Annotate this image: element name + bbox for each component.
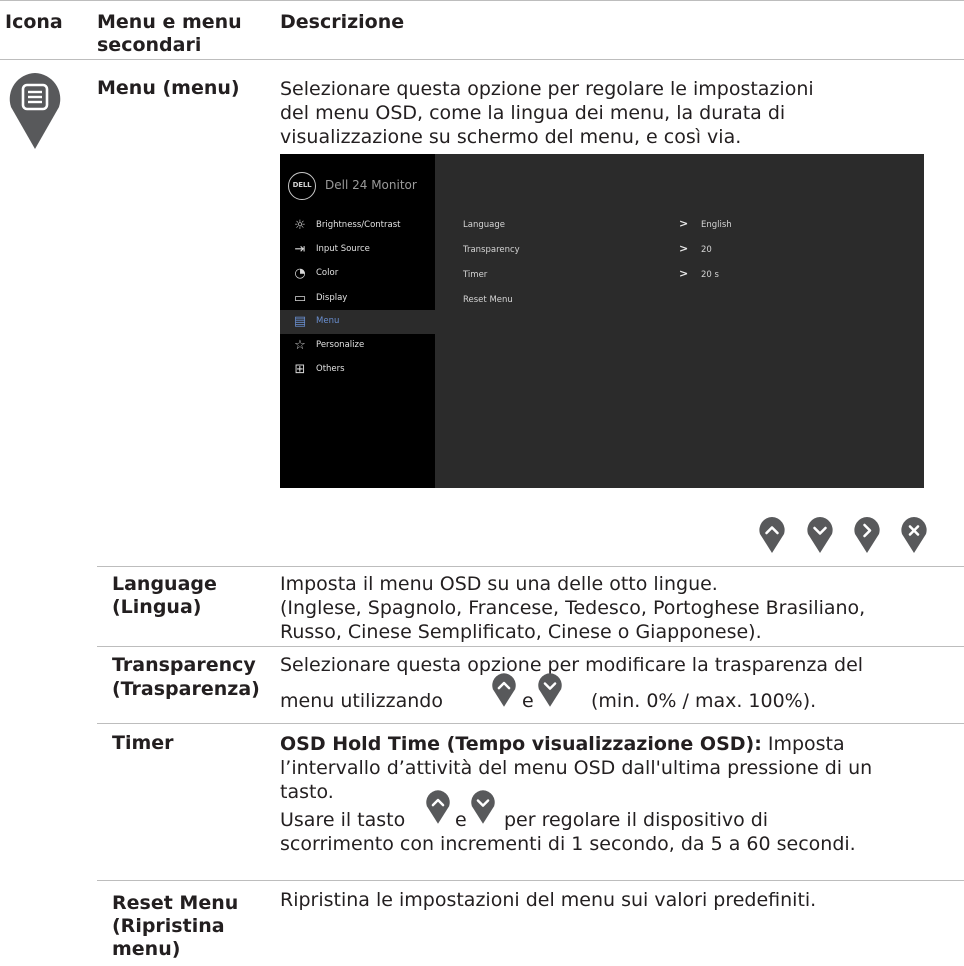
header-rule — [0, 59, 964, 60]
transparency-row-desc-line2b: e — [522, 690, 534, 712]
star-icon: ☆ — [294, 338, 306, 353]
language-row-desc-line2: (Inglese, Spagnolo, Francese, Tedesco, P… — [280, 597, 866, 619]
chevron-right-icon: > — [679, 217, 689, 230]
osd-menu-item-input-source[interactable]: ⇥ Input Source — [280, 238, 435, 262]
osd-title: Dell 24 Monitor — [325, 178, 417, 192]
reset-row-name-line3: menu) — [112, 938, 181, 960]
timer-row-desc-line1-rest: Imposta — [761, 733, 845, 755]
osd-content-panel — [435, 154, 924, 488]
close-icon[interactable] — [900, 516, 928, 554]
osd-menu-label: Color — [316, 268, 339, 278]
sliders-icon: ⊞ — [294, 362, 306, 377]
up-icon — [425, 789, 451, 825]
timer-row-desc-line4a: Usare il tasto — [280, 809, 406, 831]
osd-menu-label: Display — [316, 293, 348, 303]
menu-list-icon — [7, 71, 63, 151]
osd-value-transparency: 20 — [701, 245, 712, 255]
menu-row-name: Menu (menu) — [97, 77, 240, 99]
osd-menu-item-personalize[interactable]: ☆ Personalize — [280, 334, 435, 358]
top-rule — [0, 0, 964, 1]
osd-screenshot: DELL Dell 24 Monitor ☼ Brightness/Contra… — [280, 154, 924, 488]
dell-logo: DELL — [288, 172, 316, 200]
chevron-right-icon: > — [679, 267, 689, 280]
osd-value-language: English — [701, 220, 732, 230]
row-rule-reset — [97, 880, 964, 881]
down-icon[interactable] — [806, 516, 834, 554]
osd-menu-item-color[interactable]: ◔ Color — [280, 262, 435, 286]
osd-menu-item-brightness[interactable]: ☼ Brightness/Contrast — [280, 214, 435, 238]
osd-value-timer: 20 s — [701, 270, 719, 280]
osd-menu-item-menu[interactable]: ▤ Menu — [280, 310, 435, 334]
reset-row-name-line1: Reset Menu — [112, 892, 239, 914]
language-row-name-line1: Language — [112, 573, 217, 595]
transparency-row-desc-line2c: (min. 0% / max. 100%). — [591, 690, 817, 712]
sun-icon: ☼ — [294, 218, 306, 233]
osd-menu-label: Others — [316, 364, 345, 374]
display-icon: ▭ — [293, 291, 307, 306]
header-icon-column: Icona — [5, 11, 63, 33]
timer-row-desc-line2: l’intervallo d’attività del menu OSD dal… — [280, 757, 873, 779]
osd-menu-label: Personalize — [316, 340, 365, 350]
row-rule-transparency — [97, 646, 964, 647]
row-rule-language — [97, 566, 964, 567]
osd-menu-label: Brightness/Contrast — [316, 220, 401, 230]
timer-row-name: Timer — [112, 732, 174, 754]
osd-option-transparency[interactable]: Transparency — [463, 245, 520, 255]
osd-option-timer[interactable]: Timer — [463, 270, 487, 280]
timer-row-desc-line5: scorrimento con incrementi di 1 secondo,… — [280, 833, 856, 855]
chevron-right-icon: > — [679, 242, 689, 255]
menu-row-desc-line1: Selezionare questa opzione per regolare … — [280, 78, 814, 100]
transparency-row-name-line1: Transparency — [112, 654, 256, 676]
down-icon — [470, 789, 496, 825]
header-menu-column-line1: Menu e menu — [97, 11, 242, 33]
language-row-desc-line1: Imposta il menu OSD su una delle otto li… — [280, 573, 718, 595]
transparency-row-name-line2: (Trasparenza) — [112, 678, 260, 700]
language-row-desc-line3: Russo, Cinese Semplificato, Cinese o Gia… — [280, 621, 762, 643]
osd-menu-label: Menu — [316, 316, 340, 326]
input-icon: ⇥ — [294, 242, 306, 257]
down-icon — [537, 672, 563, 708]
palette-icon: ◔ — [294, 266, 306, 281]
timer-row-desc-line4b: e — [455, 809, 467, 831]
osd-menu-label: Input Source — [316, 244, 370, 254]
timer-row-desc-line3: tasto. — [280, 781, 334, 803]
up-icon[interactable] — [758, 516, 786, 554]
menu-icon: ▤ — [293, 314, 307, 329]
timer-row-desc-line1: OSD Hold Time (Tempo visualizzazione OSD… — [280, 732, 845, 756]
language-row-name-line2: (Lingua) — [112, 596, 202, 618]
menu-row-desc-line3: visualizzazione su schermo del menu, e c… — [280, 126, 742, 148]
transparency-row-desc-line1: Selezionare questa opzione per modificar… — [280, 654, 864, 676]
osd-menu-item-display[interactable]: ▭ Display — [280, 287, 435, 311]
reset-row-name-line2: (Ripristina — [112, 915, 225, 937]
header-menu-column-line2: secondari — [97, 34, 202, 56]
transparency-row-desc-line2a: menu utilizzando — [280, 690, 443, 712]
right-icon[interactable] — [853, 516, 881, 554]
timer-row-desc-line4c: per regolare il dispositivo di — [504, 809, 769, 831]
up-icon — [491, 672, 517, 708]
osd-option-language[interactable]: Language — [463, 220, 505, 230]
osd-menu-item-others[interactable]: ⊞ Others — [280, 358, 435, 382]
timer-row-desc-bold: OSD Hold Time (Tempo visualizzazione OSD… — [280, 733, 762, 755]
header-description-column: Descrizione — [280, 11, 405, 33]
menu-row-desc-line2: del menu OSD, come la lingua dei menu, l… — [280, 102, 786, 124]
reset-row-desc: Ripristina le impostazioni del menu sui … — [280, 889, 817, 911]
row-rule-timer — [97, 723, 964, 724]
osd-option-reset-menu[interactable]: Reset Menu — [463, 295, 513, 305]
